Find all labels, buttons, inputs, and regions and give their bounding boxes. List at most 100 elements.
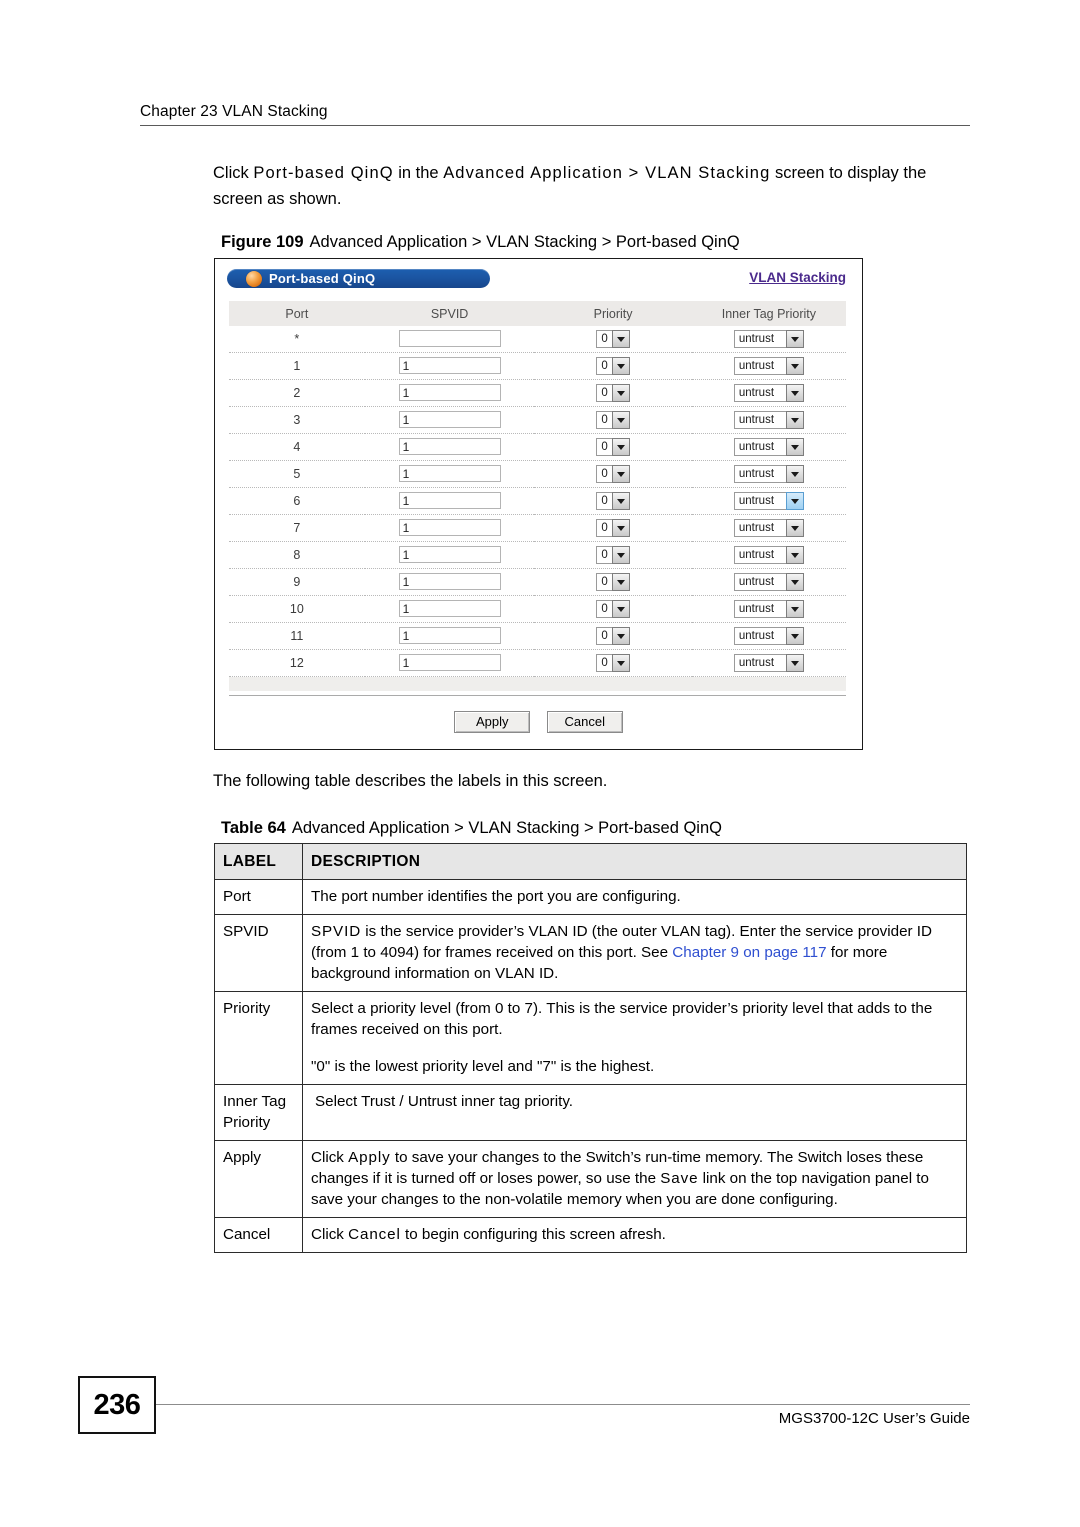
row-label-apply: Apply <box>214 1140 303 1218</box>
intro-term-port-based-qinq: Port-based QinQ <box>253 164 394 182</box>
spvid-input[interactable]: 1 <box>398 654 501 672</box>
spvid-input[interactable]: 1 <box>398 357 501 375</box>
label-description-table: LABEL DESCRIPTION Port The port number i… <box>214 843 967 1253</box>
priority-select[interactable]: 0 <box>596 518 630 537</box>
chevron-down-icon[interactable] <box>785 329 804 348</box>
inner-tag-priority-select[interactable]: untrust <box>733 491 804 510</box>
row-label-spvid: SPVID <box>214 914 303 992</box>
inner-tag-priority-select[interactable]: untrust <box>733 329 804 348</box>
grid-row: 12 1 0 untrust <box>229 649 846 677</box>
inner-tag-priority-select[interactable]: untrust <box>733 410 804 429</box>
grid-cell-priority: 0 <box>534 622 692 650</box>
grid-cell-priority: 0 <box>534 460 692 488</box>
panel-footer-strip <box>229 677 846 691</box>
cancel-button[interactable]: Cancel <box>546 711 623 733</box>
priority-select[interactable]: 0 <box>596 653 630 672</box>
chevron-down-icon[interactable] <box>785 572 804 591</box>
inner-tag-priority-select[interactable]: untrust <box>733 626 804 645</box>
inner-tag-priority-select[interactable]: untrust <box>733 572 804 591</box>
spvid-input[interactable]: 1 <box>398 411 501 429</box>
inner-tag-priority-select-value: untrust <box>733 410 786 429</box>
inner-tag-priority-select[interactable]: untrust <box>733 464 804 483</box>
chevron-down-icon[interactable] <box>611 572 630 591</box>
chevron-down-icon[interactable] <box>785 491 804 510</box>
inner-tag-priority-select-value: untrust <box>733 329 786 348</box>
inner-tag-priority-select[interactable]: untrust <box>733 383 804 402</box>
spvid-input[interactable]: 1 <box>398 600 501 618</box>
priority-select[interactable]: 0 <box>596 599 630 618</box>
grid-cell-inner-tag-priority: untrust <box>691 460 846 488</box>
grid-cell-priority: 0 <box>534 433 692 461</box>
page-number-box: 236 <box>78 1376 156 1434</box>
spvid-input[interactable]: 1 <box>398 465 501 483</box>
inner-tag-priority-select[interactable]: untrust <box>733 356 804 375</box>
page-number: 236 <box>93 1388 141 1421</box>
grid-cell-spvid: 1 <box>364 379 535 407</box>
priority-select[interactable]: 0 <box>596 437 630 456</box>
priority-select-value: 0 <box>596 626 612 645</box>
grid-cell-port: 3 <box>229 406 365 434</box>
chevron-down-icon[interactable] <box>785 545 804 564</box>
priority-select[interactable]: 0 <box>596 464 630 483</box>
footer-guide-title: MGS3700-12C User’s Guide <box>778 1410 970 1427</box>
chevron-down-icon[interactable] <box>611 518 630 537</box>
chevron-down-icon[interactable] <box>611 599 630 618</box>
spvid-input[interactable]: 1 <box>398 519 501 537</box>
chevron-down-icon[interactable] <box>785 383 804 402</box>
vlan-stacking-link[interactable]: VLAN Stacking <box>749 270 846 285</box>
col-header-spvid: SPVID <box>364 301 535 326</box>
chapter-9-link[interactable]: Chapter 9 on page 117 <box>672 944 826 961</box>
chevron-down-icon[interactable] <box>611 464 630 483</box>
figure-caption: Figure 109 Advanced Application > VLAN St… <box>221 230 970 254</box>
chevron-down-icon[interactable] <box>611 491 630 510</box>
chevron-down-icon[interactable] <box>611 437 630 456</box>
inner-tag-priority-select[interactable]: untrust <box>733 437 804 456</box>
priority-select[interactable]: 0 <box>596 329 630 348</box>
grid-cell-port: 8 <box>229 541 365 569</box>
figure-number: Figure 109 <box>221 233 304 251</box>
spvid-input[interactable]: 1 <box>398 627 501 645</box>
spvid-input[interactable]: 1 <box>398 438 501 456</box>
chevron-down-icon[interactable] <box>611 410 630 429</box>
chevron-down-icon[interactable] <box>611 653 630 672</box>
screen-titlebar-label: Port-based QinQ <box>269 271 376 286</box>
grid-row: 10 1 0 untrust <box>229 595 846 623</box>
row-desc-cancel: Click Cancel to begin configuring this s… <box>302 1217 967 1253</box>
inner-tag-priority-select[interactable]: untrust <box>733 599 804 618</box>
chevron-down-icon[interactable] <box>785 626 804 645</box>
chevron-down-icon[interactable] <box>785 410 804 429</box>
chevron-down-icon[interactable] <box>785 464 804 483</box>
inner-tag-priority-select[interactable]: untrust <box>733 518 804 537</box>
spvid-input[interactable]: 1 <box>398 546 501 564</box>
chevron-down-icon[interactable] <box>611 329 630 348</box>
priority-select[interactable]: 0 <box>596 410 630 429</box>
priority-select[interactable]: 0 <box>596 545 630 564</box>
priority-select[interactable]: 0 <box>596 626 630 645</box>
chevron-down-icon[interactable] <box>785 599 804 618</box>
apply-button[interactable]: Apply <box>454 711 531 733</box>
chevron-down-icon[interactable] <box>611 626 630 645</box>
chevron-down-icon[interactable] <box>785 356 804 375</box>
spvid-input[interactable]: 1 <box>398 492 501 510</box>
priority-desc-para-1: Select a priority level (from 0 to 7). T… <box>311 1000 933 1038</box>
chevron-down-icon[interactable] <box>785 653 804 672</box>
chevron-down-icon[interactable] <box>785 518 804 537</box>
spvid-input[interactable] <box>398 330 501 348</box>
priority-select[interactable]: 0 <box>596 356 630 375</box>
chevron-down-icon[interactable] <box>611 383 630 402</box>
inner-tag-priority-select[interactable]: untrust <box>733 545 804 564</box>
grid-cell-spvid: 1 <box>364 352 535 380</box>
figure-title: Advanced Application > VLAN Stacking > P… <box>309 233 740 251</box>
grid-row: * 0 untrust <box>229 326 846 353</box>
chevron-down-icon[interactable] <box>611 356 630 375</box>
priority-select[interactable]: 0 <box>596 383 630 402</box>
spvid-input[interactable]: 1 <box>398 573 501 591</box>
chevron-down-icon[interactable] <box>611 545 630 564</box>
inner-tag-priority-select[interactable]: untrust <box>733 653 804 672</box>
spvid-input[interactable]: 1 <box>398 384 501 402</box>
cancel-text-b: to begin configuring this screen afresh. <box>400 1226 666 1243</box>
priority-select[interactable]: 0 <box>596 491 630 510</box>
chevron-down-icon[interactable] <box>785 437 804 456</box>
priority-select[interactable]: 0 <box>596 572 630 591</box>
grid-cell-inner-tag-priority: untrust <box>691 622 846 650</box>
